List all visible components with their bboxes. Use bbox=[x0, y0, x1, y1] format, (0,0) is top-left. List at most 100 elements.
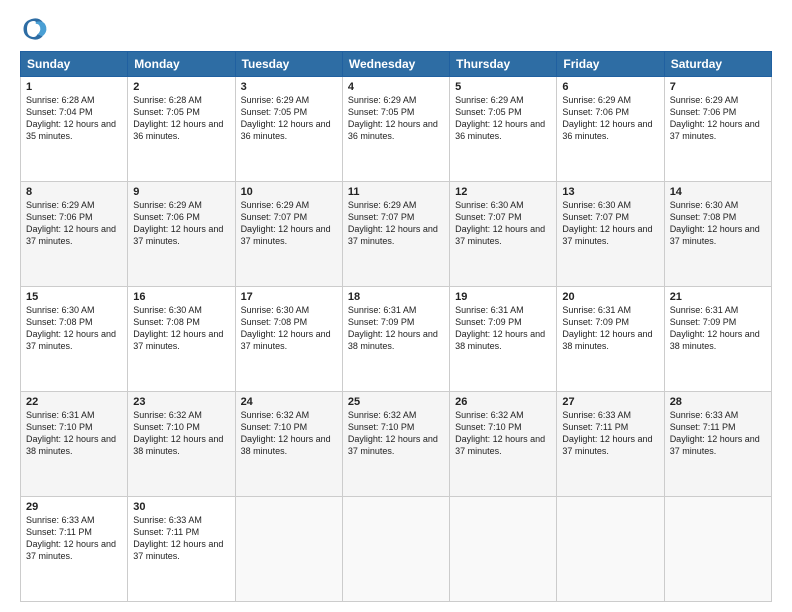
calendar-cell: 15Sunrise: 6:30 AMSunset: 7:08 PMDayligh… bbox=[21, 287, 128, 392]
day-number: 21 bbox=[670, 291, 766, 303]
weekday-header-cell: Friday bbox=[557, 52, 664, 77]
day-number: 12 bbox=[455, 186, 551, 198]
day-detail: Sunrise: 6:29 AMSunset: 7:05 PMDaylight:… bbox=[348, 94, 444, 143]
day-detail: Sunrise: 6:31 AMSunset: 7:10 PMDaylight:… bbox=[26, 409, 122, 458]
weekday-header-cell: Monday bbox=[128, 52, 235, 77]
day-detail: Sunrise: 6:29 AMSunset: 7:06 PMDaylight:… bbox=[26, 199, 122, 248]
day-detail: Sunrise: 6:29 AMSunset: 7:06 PMDaylight:… bbox=[133, 199, 229, 248]
day-detail: Sunrise: 6:29 AMSunset: 7:07 PMDaylight:… bbox=[241, 199, 337, 248]
day-number: 14 bbox=[670, 186, 766, 198]
calendar-cell: 9Sunrise: 6:29 AMSunset: 7:06 PMDaylight… bbox=[128, 182, 235, 287]
calendar-cell bbox=[664, 497, 771, 602]
calendar-cell bbox=[450, 497, 557, 602]
calendar-cell: 5Sunrise: 6:29 AMSunset: 7:05 PMDaylight… bbox=[450, 77, 557, 182]
day-detail: Sunrise: 6:29 AMSunset: 7:05 PMDaylight:… bbox=[455, 94, 551, 143]
day-detail: Sunrise: 6:30 AMSunset: 7:08 PMDaylight:… bbox=[26, 304, 122, 353]
weekday-header-cell: Thursday bbox=[450, 52, 557, 77]
day-detail: Sunrise: 6:29 AMSunset: 7:05 PMDaylight:… bbox=[241, 94, 337, 143]
calendar-cell: 3Sunrise: 6:29 AMSunset: 7:05 PMDaylight… bbox=[235, 77, 342, 182]
calendar-cell: 21Sunrise: 6:31 AMSunset: 7:09 PMDayligh… bbox=[664, 287, 771, 392]
calendar-cell: 10Sunrise: 6:29 AMSunset: 7:07 PMDayligh… bbox=[235, 182, 342, 287]
day-detail: Sunrise: 6:31 AMSunset: 7:09 PMDaylight:… bbox=[348, 304, 444, 353]
day-number: 1 bbox=[26, 81, 122, 93]
day-detail: Sunrise: 6:33 AMSunset: 7:11 PMDaylight:… bbox=[26, 514, 122, 563]
day-number: 4 bbox=[348, 81, 444, 93]
weekday-header-cell: Tuesday bbox=[235, 52, 342, 77]
day-number: 29 bbox=[26, 501, 122, 513]
day-number: 24 bbox=[241, 396, 337, 408]
calendar-cell: 14Sunrise: 6:30 AMSunset: 7:08 PMDayligh… bbox=[664, 182, 771, 287]
calendar-cell: 28Sunrise: 6:33 AMSunset: 7:11 PMDayligh… bbox=[664, 392, 771, 497]
calendar: SundayMondayTuesdayWednesdayThursdayFrid… bbox=[20, 51, 772, 602]
calendar-cell: 25Sunrise: 6:32 AMSunset: 7:10 PMDayligh… bbox=[342, 392, 449, 497]
day-detail: Sunrise: 6:31 AMSunset: 7:09 PMDaylight:… bbox=[562, 304, 658, 353]
day-detail: Sunrise: 6:28 AMSunset: 7:05 PMDaylight:… bbox=[133, 94, 229, 143]
calendar-cell: 19Sunrise: 6:31 AMSunset: 7:09 PMDayligh… bbox=[450, 287, 557, 392]
day-number: 11 bbox=[348, 186, 444, 198]
day-number: 2 bbox=[133, 81, 229, 93]
day-number: 30 bbox=[133, 501, 229, 513]
calendar-cell: 16Sunrise: 6:30 AMSunset: 7:08 PMDayligh… bbox=[128, 287, 235, 392]
day-number: 5 bbox=[455, 81, 551, 93]
page: SundayMondayTuesdayWednesdayThursdayFrid… bbox=[0, 0, 792, 612]
day-detail: Sunrise: 6:33 AMSunset: 7:11 PMDaylight:… bbox=[670, 409, 766, 458]
calendar-cell: 17Sunrise: 6:30 AMSunset: 7:08 PMDayligh… bbox=[235, 287, 342, 392]
day-number: 15 bbox=[26, 291, 122, 303]
day-detail: Sunrise: 6:31 AMSunset: 7:09 PMDaylight:… bbox=[670, 304, 766, 353]
day-number: 26 bbox=[455, 396, 551, 408]
calendar-cell: 23Sunrise: 6:32 AMSunset: 7:10 PMDayligh… bbox=[128, 392, 235, 497]
calendar-cell: 6Sunrise: 6:29 AMSunset: 7:06 PMDaylight… bbox=[557, 77, 664, 182]
day-number: 10 bbox=[241, 186, 337, 198]
calendar-cell: 11Sunrise: 6:29 AMSunset: 7:07 PMDayligh… bbox=[342, 182, 449, 287]
calendar-cell: 1Sunrise: 6:28 AMSunset: 7:04 PMDaylight… bbox=[21, 77, 128, 182]
day-detail: Sunrise: 6:30 AMSunset: 7:07 PMDaylight:… bbox=[455, 199, 551, 248]
calendar-cell: 27Sunrise: 6:33 AMSunset: 7:11 PMDayligh… bbox=[557, 392, 664, 497]
day-detail: Sunrise: 6:30 AMSunset: 7:08 PMDaylight:… bbox=[241, 304, 337, 353]
day-number: 18 bbox=[348, 291, 444, 303]
day-number: 17 bbox=[241, 291, 337, 303]
day-detail: Sunrise: 6:29 AMSunset: 7:07 PMDaylight:… bbox=[348, 199, 444, 248]
day-number: 16 bbox=[133, 291, 229, 303]
calendar-cell: 4Sunrise: 6:29 AMSunset: 7:05 PMDaylight… bbox=[342, 77, 449, 182]
calendar-cell: 26Sunrise: 6:32 AMSunset: 7:10 PMDayligh… bbox=[450, 392, 557, 497]
day-number: 20 bbox=[562, 291, 658, 303]
day-detail: Sunrise: 6:28 AMSunset: 7:04 PMDaylight:… bbox=[26, 94, 122, 143]
day-detail: Sunrise: 6:29 AMSunset: 7:06 PMDaylight:… bbox=[562, 94, 658, 143]
weekday-header-cell: Sunday bbox=[21, 52, 128, 77]
day-number: 28 bbox=[670, 396, 766, 408]
day-number: 22 bbox=[26, 396, 122, 408]
day-number: 23 bbox=[133, 396, 229, 408]
calendar-cell: 20Sunrise: 6:31 AMSunset: 7:09 PMDayligh… bbox=[557, 287, 664, 392]
day-number: 7 bbox=[670, 81, 766, 93]
day-detail: Sunrise: 6:33 AMSunset: 7:11 PMDaylight:… bbox=[562, 409, 658, 458]
weekday-header-cell: Saturday bbox=[664, 52, 771, 77]
day-number: 6 bbox=[562, 81, 658, 93]
calendar-cell bbox=[235, 497, 342, 602]
day-detail: Sunrise: 6:32 AMSunset: 7:10 PMDaylight:… bbox=[348, 409, 444, 458]
calendar-cell: 18Sunrise: 6:31 AMSunset: 7:09 PMDayligh… bbox=[342, 287, 449, 392]
day-detail: Sunrise: 6:31 AMSunset: 7:09 PMDaylight:… bbox=[455, 304, 551, 353]
calendar-cell: 8Sunrise: 6:29 AMSunset: 7:06 PMDaylight… bbox=[21, 182, 128, 287]
day-number: 3 bbox=[241, 81, 337, 93]
calendar-cell: 13Sunrise: 6:30 AMSunset: 7:07 PMDayligh… bbox=[557, 182, 664, 287]
header bbox=[20, 15, 772, 43]
calendar-cell: 7Sunrise: 6:29 AMSunset: 7:06 PMDaylight… bbox=[664, 77, 771, 182]
day-detail: Sunrise: 6:29 AMSunset: 7:06 PMDaylight:… bbox=[670, 94, 766, 143]
day-number: 8 bbox=[26, 186, 122, 198]
day-detail: Sunrise: 6:32 AMSunset: 7:10 PMDaylight:… bbox=[241, 409, 337, 458]
day-detail: Sunrise: 6:32 AMSunset: 7:10 PMDaylight:… bbox=[455, 409, 551, 458]
calendar-cell: 24Sunrise: 6:32 AMSunset: 7:10 PMDayligh… bbox=[235, 392, 342, 497]
calendar-cell: 12Sunrise: 6:30 AMSunset: 7:07 PMDayligh… bbox=[450, 182, 557, 287]
day-detail: Sunrise: 6:30 AMSunset: 7:08 PMDaylight:… bbox=[670, 199, 766, 248]
logo-icon bbox=[20, 15, 48, 43]
calendar-cell: 29Sunrise: 6:33 AMSunset: 7:11 PMDayligh… bbox=[21, 497, 128, 602]
day-number: 25 bbox=[348, 396, 444, 408]
day-number: 13 bbox=[562, 186, 658, 198]
day-number: 9 bbox=[133, 186, 229, 198]
day-detail: Sunrise: 6:30 AMSunset: 7:07 PMDaylight:… bbox=[562, 199, 658, 248]
weekday-header-cell: Wednesday bbox=[342, 52, 449, 77]
day-detail: Sunrise: 6:33 AMSunset: 7:11 PMDaylight:… bbox=[133, 514, 229, 563]
calendar-cell: 22Sunrise: 6:31 AMSunset: 7:10 PMDayligh… bbox=[21, 392, 128, 497]
calendar-cell bbox=[342, 497, 449, 602]
day-number: 19 bbox=[455, 291, 551, 303]
